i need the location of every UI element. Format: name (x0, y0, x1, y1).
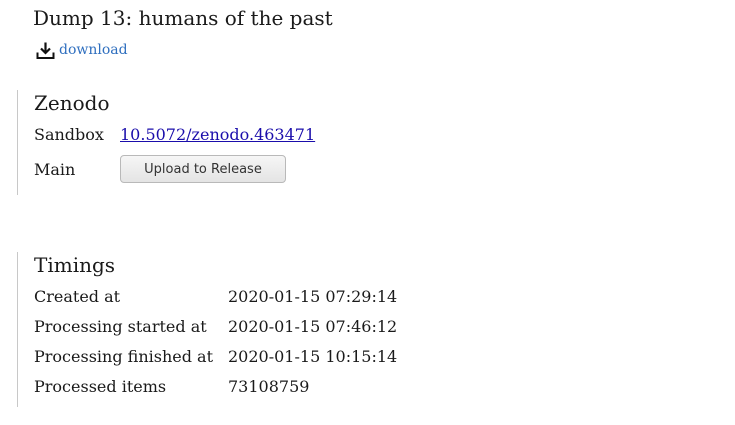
timing-label-processing-started: Processing started at (34, 317, 207, 336)
upload-to-release-button[interactable]: Upload to Release (120, 155, 286, 183)
timing-value-processing-finished: 2020-01-15 10:15:14 (228, 347, 398, 366)
timings-title: Timings (34, 253, 116, 277)
dump-page: Dump 13: humans of the past download Zen… (0, 0, 735, 425)
timing-value-processed-items: 73108759 (228, 377, 310, 396)
zenodo-title: Zenodo (34, 91, 110, 115)
timing-value-processing-started: 2020-01-15 07:46:12 (228, 317, 398, 336)
sandbox-doi-link[interactable]: 10.5072/zenodo.463471 (120, 125, 315, 145)
timing-label-processing-finished: Processing finished at (34, 347, 214, 366)
download-icon (36, 41, 55, 60)
timings-section: Timings Created at 2020-01-15 07:29:14 P… (17, 252, 718, 407)
zenodo-section: Zenodo Sandbox 10.5072/zenodo.463471 Mai… (17, 90, 718, 195)
page-title: Dump 13: humans of the past (33, 6, 333, 30)
timing-label-processed-items: Processed items (34, 377, 167, 396)
timing-value-created: 2020-01-15 07:29:14 (228, 287, 398, 306)
main-label: Main (34, 160, 76, 179)
download-link[interactable]: download (36, 40, 128, 60)
sandbox-label: Sandbox (34, 125, 104, 144)
timing-label-created: Created at (34, 287, 121, 306)
download-label[interactable]: download (59, 40, 128, 60)
